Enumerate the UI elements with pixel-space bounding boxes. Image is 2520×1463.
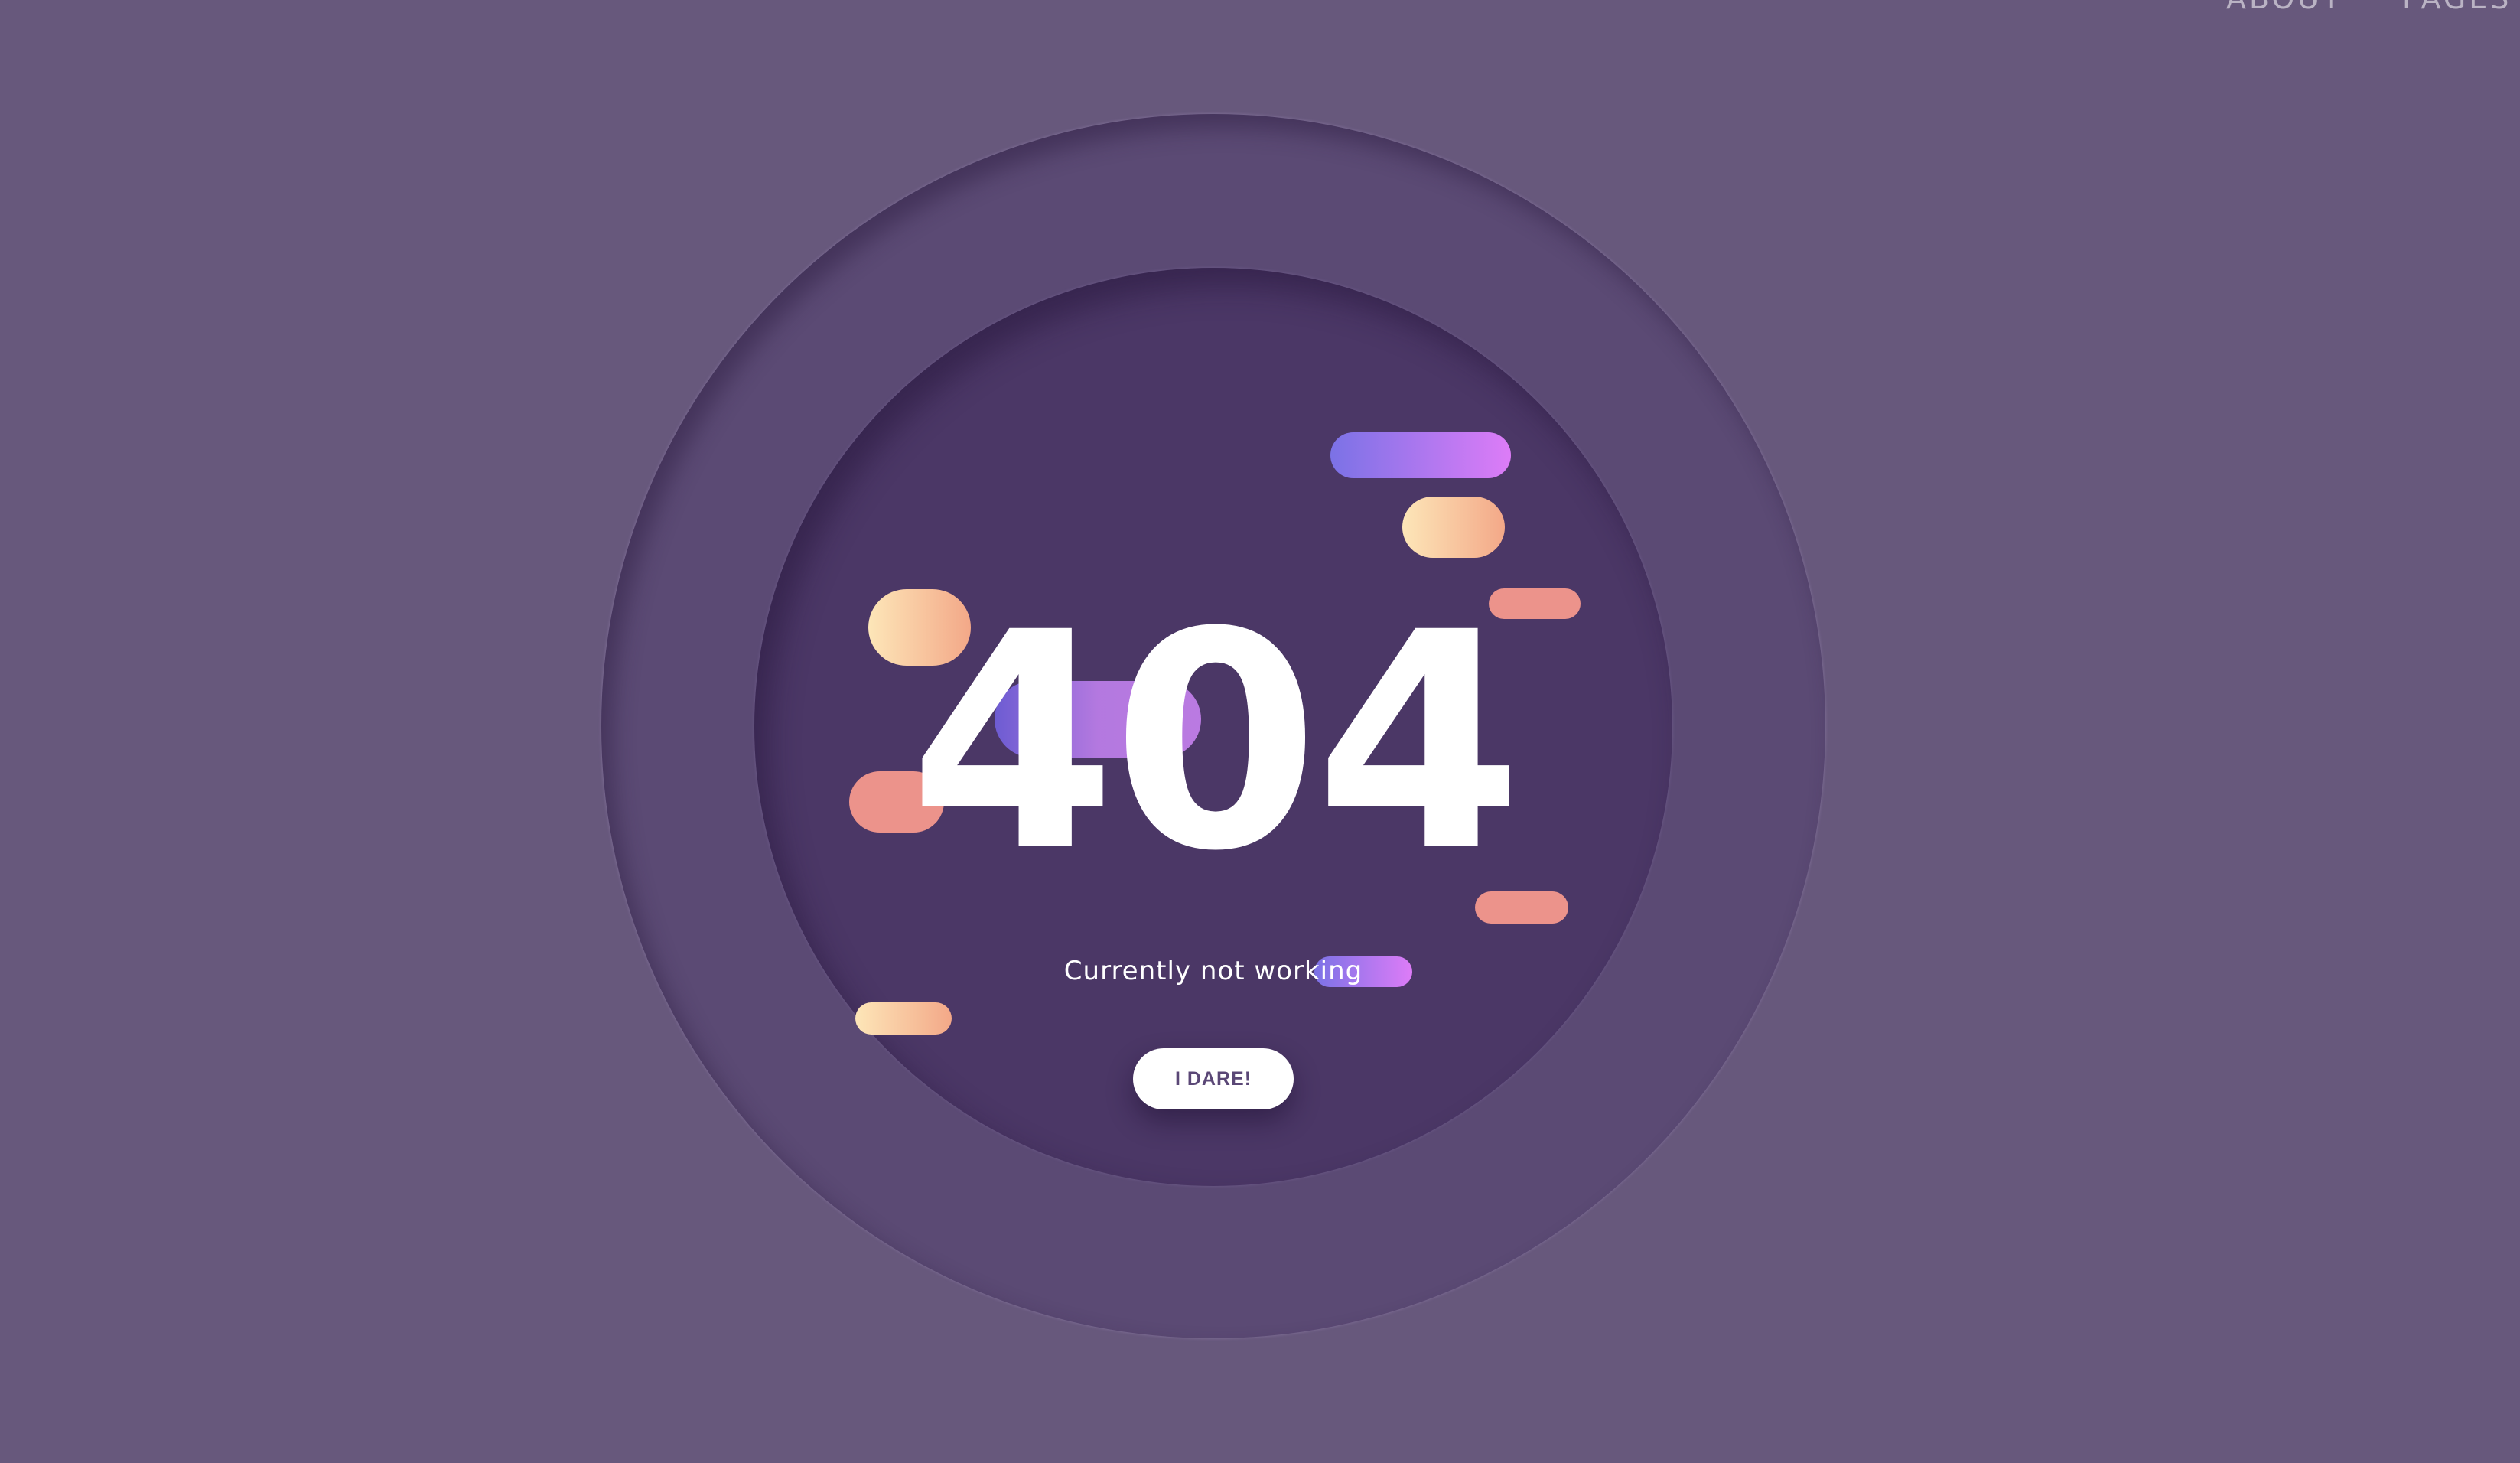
error-code: 404 <box>908 569 1522 916</box>
nav-link-about[interactable]: ABOUT <box>2226 0 2343 15</box>
dare-button[interactable]: I DARE! <box>1133 1048 1294 1109</box>
nav-link-pages[interactable]: PAGES <box>2402 0 2512 15</box>
error-page: ABOUT PAGES 404 Currently not working I … <box>0 0 2520 1463</box>
error-message: Currently not working <box>1063 956 1363 986</box>
decorative-pill <box>1402 497 1505 558</box>
decorative-pill <box>1330 432 1511 478</box>
decorative-pill <box>855 1002 952 1035</box>
